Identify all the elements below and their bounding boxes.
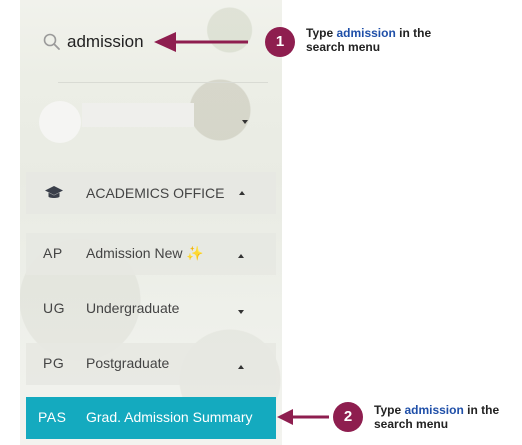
- menu-item-abbr: UG: [43, 300, 65, 316]
- callout-badge-2: 2: [333, 402, 363, 432]
- callout-text-2: Type admission in the search menu: [374, 403, 499, 431]
- callout-keyword: admission: [404, 403, 464, 417]
- callout-suffix: in the: [395, 26, 432, 40]
- callout-prefix: Type: [374, 403, 405, 417]
- chevron-down-icon: [238, 310, 244, 314]
- chevron-up-icon: [238, 254, 244, 258]
- callout-badge-1: 1: [265, 27, 295, 57]
- chevron-up-icon: [239, 191, 245, 195]
- menu-item-admission-new[interactable]: AP Admission New ✨: [26, 233, 276, 275]
- callout-arrow-1: [154, 32, 248, 52]
- menu-item-undergraduate[interactable]: UG Undergraduate: [26, 288, 276, 330]
- callout-suffix: in the: [463, 403, 500, 417]
- search-icon: [43, 33, 60, 50]
- menu-section-label: ACADEMICS OFFICE: [86, 185, 225, 201]
- menu-item-abbr: PG: [43, 355, 65, 371]
- menu-item-postgraduate[interactable]: PG Postgraduate: [26, 343, 276, 385]
- graduation-cap-icon: [45, 186, 63, 198]
- menu-item-abbr: PAS: [38, 409, 67, 425]
- callout-line2: search menu: [374, 417, 449, 431]
- chevron-down-icon: [242, 120, 248, 124]
- menu-item-label: Postgraduate: [86, 355, 170, 371]
- avatar: [39, 101, 81, 143]
- callout-prefix: Type: [306, 26, 337, 40]
- menu-item-label: Undergraduate: [86, 300, 180, 316]
- menu-section-academics-office[interactable]: ACADEMICS OFFICE: [26, 172, 276, 214]
- profile-name-placeholder: [82, 103, 194, 127]
- profile-switcher[interactable]: [20, 95, 282, 153]
- menu-item-label: Grad. Admission Summary: [86, 409, 253, 425]
- menu-item-abbr: AP: [43, 245, 63, 261]
- callout-arrow-2: [277, 409, 329, 425]
- callout-text-1: Type admission in the search menu: [306, 26, 431, 54]
- menu-item-grad-admission-summary[interactable]: PAS Grad. Admission Summary: [26, 397, 276, 439]
- callout-line2: search menu: [306, 40, 381, 54]
- callout-keyword: admission: [336, 26, 396, 40]
- divider: [58, 82, 268, 83]
- chevron-up-icon: [238, 365, 244, 369]
- menu-item-label: Admission New ✨: [86, 245, 204, 261]
